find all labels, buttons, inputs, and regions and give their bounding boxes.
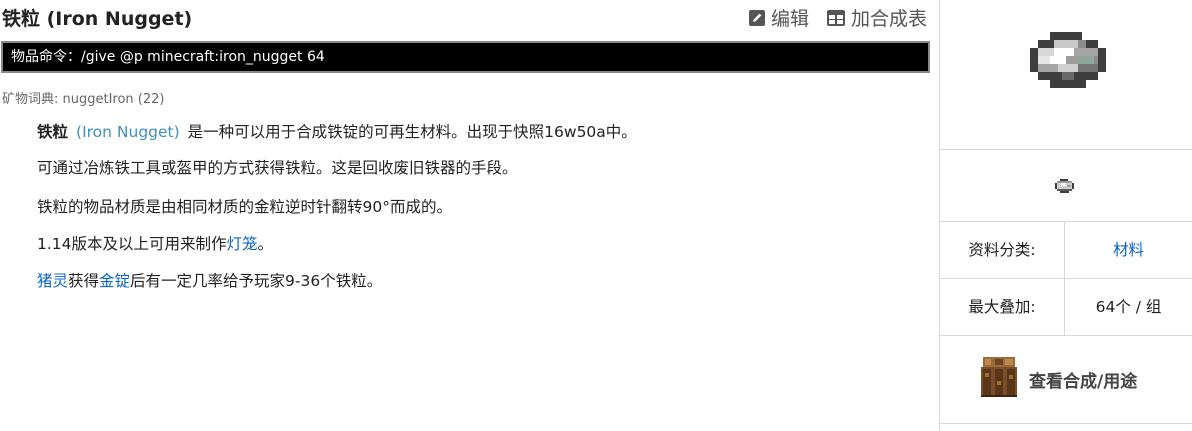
lantern-link[interactable]: 灯笼 (227, 235, 258, 253)
paragraph-obtain: 可通过冶炼铁工具或盔甲的方式获得铁粒。这是回收废旧铁器的手段。 (37, 159, 518, 177)
ore-dictionary: 矿物词典: nuggetIron (22) (2, 92, 165, 107)
paragraph-intro: 铁粒 (Iron Nugget) 是一种可以用于合成铁锭的可再生材料。出现于快照16… (37, 120, 637, 142)
page-title: 铁粒 (Iron Nugget) (2, 8, 193, 30)
infobox-row-category: 资料分类: 材料 (940, 222, 1192, 279)
max-stack-value: 64个 / 组 (1095, 298, 1162, 316)
piglin-text-rest: 后有一定几率给予玩家9-36个铁粒。 (130, 272, 383, 290)
paragraph-lantern: 1.14版本及以上可用来制作灯笼。 (37, 232, 273, 254)
piglin-text-mid: 获得 (68, 272, 100, 290)
title-row: 铁粒 (Iron Nugget) 编辑 加合成表 (0, 0, 935, 34)
iron-nugget-icon (1030, 28, 1106, 96)
paragraph-piglin: 猪灵获得金锭后有一定几率给予玩家9-36个铁粒。 (37, 269, 382, 291)
edit-button[interactable]: 编辑 (748, 4, 809, 31)
max-stack-label: 最大叠加: (940, 279, 1065, 335)
lantern-text-before: 1.14版本及以上可用来制作 (37, 235, 227, 253)
category-link[interactable]: 材料 (1113, 241, 1144, 259)
add-recipe-label: 加合成表 (850, 8, 927, 30)
table-icon (826, 9, 845, 26)
gold-ingot-link[interactable]: 金锭 (99, 272, 130, 290)
crafting-table-icon (981, 357, 1017, 401)
view-recipe-button[interactable]: 查看合成/用途 (981, 357, 1137, 401)
infobox-row-stack: 最大叠加: 64个 / 组 (940, 279, 1192, 336)
edit-label: 编辑 (770, 8, 809, 30)
view-recipe-label: 查看合成/用途 (1029, 371, 1138, 392)
page-actions: 编辑 加合成表 (748, 4, 927, 31)
infobox-small-image (940, 150, 1192, 222)
iron-nugget-icon (1055, 178, 1074, 198)
item-name-cn: 铁粒 (37, 123, 69, 141)
command-box[interactable]: 物品命令：/give @p minecraft:iron_nugget 64 (1, 41, 930, 73)
category-value: 材料 (1065, 222, 1192, 278)
item-name-en: (Iron Nugget) (76, 123, 180, 141)
infobox-image (940, 0, 1192, 150)
lantern-text-after: 。 (257, 235, 274, 253)
category-label: 资料分类: (940, 222, 1065, 278)
paragraph-texture: 铁粒的物品材质是由相同材质的金粒逆时针翻转90°而成的。 (37, 198, 452, 216)
infobox-recipe: 查看合成/用途 (940, 336, 1192, 424)
pencil-icon (748, 9, 765, 26)
article-main: 铁粒 (Iron Nugget) 编辑 加合成表 物品命令：/give @p m… (0, 0, 935, 431)
piglin-link[interactable]: 猪灵 (37, 272, 68, 290)
infobox: 资料分类: 材料 最大叠加: 64个 / 组 查看合成/用途 (939, 0, 1192, 431)
intro-text: 是一种可以用于合成铁锭的可再生材料。出现于快照16w50a中。 (187, 123, 637, 141)
add-recipe-button[interactable]: 加合成表 (826, 4, 927, 31)
